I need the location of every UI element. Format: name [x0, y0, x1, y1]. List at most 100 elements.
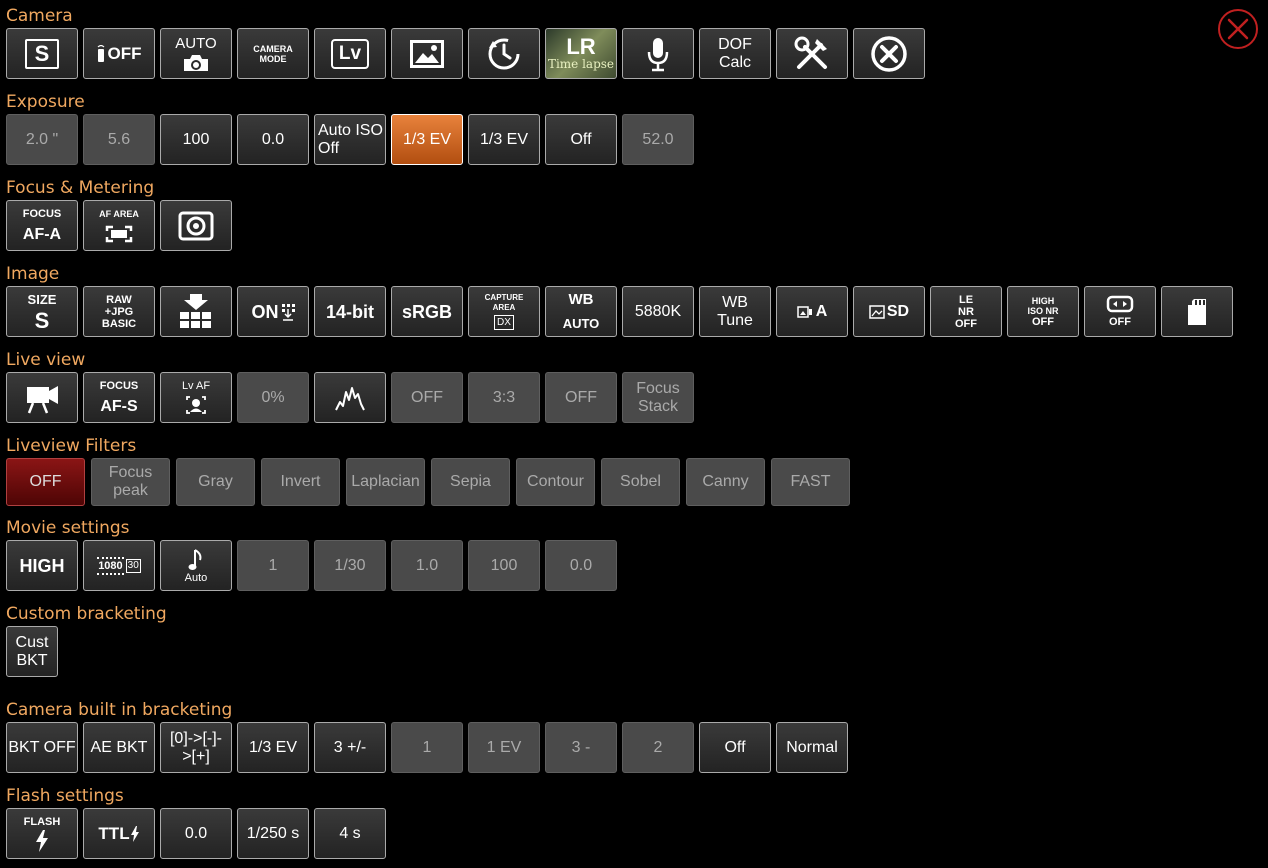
movie-sound-button[interactable]: Auto: [160, 540, 232, 591]
sd-card-icon: [1188, 298, 1206, 325]
camera-mode-button[interactable]: CAMERA MODE: [237, 28, 309, 79]
auto-iso-button[interactable]: Auto ISO Off: [314, 114, 386, 165]
filter-canny-button[interactable]: Canny: [686, 458, 765, 506]
auto-button[interactable]: AUTO: [160, 28, 232, 79]
movie-sound-label: Auto: [184, 571, 208, 584]
ttl-label: TTL: [98, 823, 130, 843]
zoom-button[interactable]: 0%: [237, 372, 309, 423]
ttl-button[interactable]: TTL: [83, 808, 155, 859]
timer-button[interactable]: [468, 28, 540, 79]
save-on-button[interactable]: ON: [237, 286, 309, 337]
focus-value: AF-A: [22, 225, 62, 243]
bkt-disabled-1-button[interactable]: 1: [391, 722, 463, 773]
filter-fast-button[interactable]: FAST: [771, 458, 850, 506]
histogram-button[interactable]: [314, 372, 386, 423]
active-dlighting-button[interactable]: SD: [853, 286, 925, 337]
overlay-button[interactable]: OFF: [545, 372, 617, 423]
bkt-off-toggle-button[interactable]: Off: [699, 722, 771, 773]
auto-iso-line2: Off: [318, 139, 340, 157]
microphone-button[interactable]: [622, 28, 694, 79]
focus-mode-button[interactable]: FOCUS AF-A: [6, 200, 78, 251]
custom-bkt-button[interactable]: Cust BKT: [6, 626, 58, 677]
timelapse-icon: LR Time lapse: [548, 36, 614, 71]
tools-button[interactable]: [776, 28, 848, 79]
metering-button[interactable]: [160, 200, 232, 251]
movie-shutter-button[interactable]: 1/30: [314, 540, 386, 591]
filter-sobel-button[interactable]: Sobel: [601, 458, 680, 506]
liveview-button[interactable]: Lv: [314, 28, 386, 79]
capture-area-button[interactable]: CAPTURE AREA DX: [468, 286, 540, 337]
focus-stack-button[interactable]: Focus Stack: [622, 372, 694, 423]
filter-off-button[interactable]: OFF: [6, 458, 85, 506]
flicker-button[interactable]: Off: [545, 114, 617, 165]
lv-focus-button[interactable]: FOCUS AF-S: [83, 372, 155, 423]
flash-comp-button[interactable]: 0.0: [160, 808, 232, 859]
bkt-count-button[interactable]: 3 +/-: [314, 722, 386, 773]
filter-focus-peak-button[interactable]: Focus peak: [91, 458, 170, 506]
image-quality-button[interactable]: RAW +JPG BASIC: [83, 286, 155, 337]
high-iso-nr-button[interactable]: HIGH ISO NR OFF: [1007, 286, 1079, 337]
filter-gray-button[interactable]: Gray: [176, 458, 255, 506]
bkt-off-button[interactable]: BKT OFF: [6, 722, 78, 773]
release-mode-button[interactable]: [160, 286, 232, 337]
ev-comp-button[interactable]: 0.0: [237, 114, 309, 165]
bkt-disabled-2-button[interactable]: 1 EV: [468, 722, 540, 773]
raw-line2: +JPG: [104, 305, 134, 318]
wb-tune-button[interactable]: WB Tune: [699, 286, 771, 337]
filter-laplacian-button[interactable]: Laplacian: [346, 458, 425, 506]
flash-mode-button[interactable]: FLASH: [6, 808, 78, 859]
raw-line3: BASIC: [101, 317, 137, 330]
bkt-disabled-4-button[interactable]: 2: [622, 722, 694, 773]
shutter-button[interactable]: 2.0 ": [6, 114, 78, 165]
aspect-button[interactable]: 3:3: [468, 372, 540, 423]
movie-quality-button[interactable]: HIGH: [6, 540, 78, 591]
wb-kelvin-button[interactable]: 5880K: [622, 286, 694, 337]
bkt-order-button[interactable]: [0]->[-]- >[+]: [160, 722, 232, 773]
flash-sync-button[interactable]: 1/250 s: [237, 808, 309, 859]
remote-button[interactable]: OFF: [83, 28, 155, 79]
bit-depth-button[interactable]: 14-bit: [314, 286, 386, 337]
liveview-icon: Lv: [331, 38, 369, 69]
bkt-disabled-3-button[interactable]: 3 -: [545, 722, 617, 773]
dof-calc-button[interactable]: DOF Calc: [699, 28, 771, 79]
gallery-button[interactable]: [391, 28, 463, 79]
sd-card-button[interactable]: [1161, 286, 1233, 337]
fps-button[interactable]: 52.0: [622, 114, 694, 165]
bkt-step-button[interactable]: 1/3 EV: [237, 722, 309, 773]
aperture-button[interactable]: 5.6: [83, 114, 155, 165]
timelapse-button[interactable]: LR Time lapse: [545, 28, 617, 79]
long-exposure-nr-button[interactable]: LE NR OFF: [930, 286, 1002, 337]
remote-icon: [97, 44, 104, 62]
lv-focus-label: FOCUS: [99, 379, 139, 392]
grid-button[interactable]: OFF: [391, 372, 463, 423]
movie-value1-button[interactable]: 1: [237, 540, 309, 591]
section-title-custom-bkt: Custom bracketing: [6, 604, 167, 624]
filter-invert-button[interactable]: Invert: [261, 458, 340, 506]
wb-tune-line1: WB: [722, 293, 748, 311]
movie-ev-button[interactable]: 0.0: [545, 540, 617, 591]
ae-bkt-button[interactable]: AE BKT: [83, 722, 155, 773]
filter-contour-button[interactable]: Contour: [516, 458, 595, 506]
exit-button[interactable]: [853, 28, 925, 79]
ev-step-button[interactable]: 1/3 EV: [468, 114, 540, 165]
movie-iso-button[interactable]: 100: [468, 540, 540, 591]
vignette-button[interactable]: OFF: [1084, 286, 1156, 337]
bkt-normal-button[interactable]: Normal: [776, 722, 848, 773]
hi-line3: OFF: [1032, 315, 1054, 328]
movie-resolution-button[interactable]: 1080 30: [83, 540, 155, 591]
movie-aperture-button[interactable]: 1.0: [391, 540, 463, 591]
iso-button[interactable]: 100: [160, 114, 232, 165]
white-balance-button[interactable]: WB AUTO: [545, 286, 617, 337]
movie-mode-button[interactable]: [6, 372, 78, 423]
mode-button[interactable]: S: [6, 28, 78, 79]
close-icon[interactable]: [1218, 9, 1258, 49]
ev-step-button-active[interactable]: 1/3 EV: [391, 114, 463, 165]
af-area-button[interactable]: AF AREA: [83, 200, 155, 251]
picture-control-button[interactable]: A: [776, 286, 848, 337]
image-size-button[interactable]: SIZE S: [6, 286, 78, 337]
flash-time-button[interactable]: 4 s: [314, 808, 386, 859]
section-title-filters: Liveview Filters: [6, 436, 137, 456]
color-space-button[interactable]: sRGB: [391, 286, 463, 337]
filter-sepia-button[interactable]: Sepia: [431, 458, 510, 506]
lv-af-button[interactable]: Lv AF: [160, 372, 232, 423]
